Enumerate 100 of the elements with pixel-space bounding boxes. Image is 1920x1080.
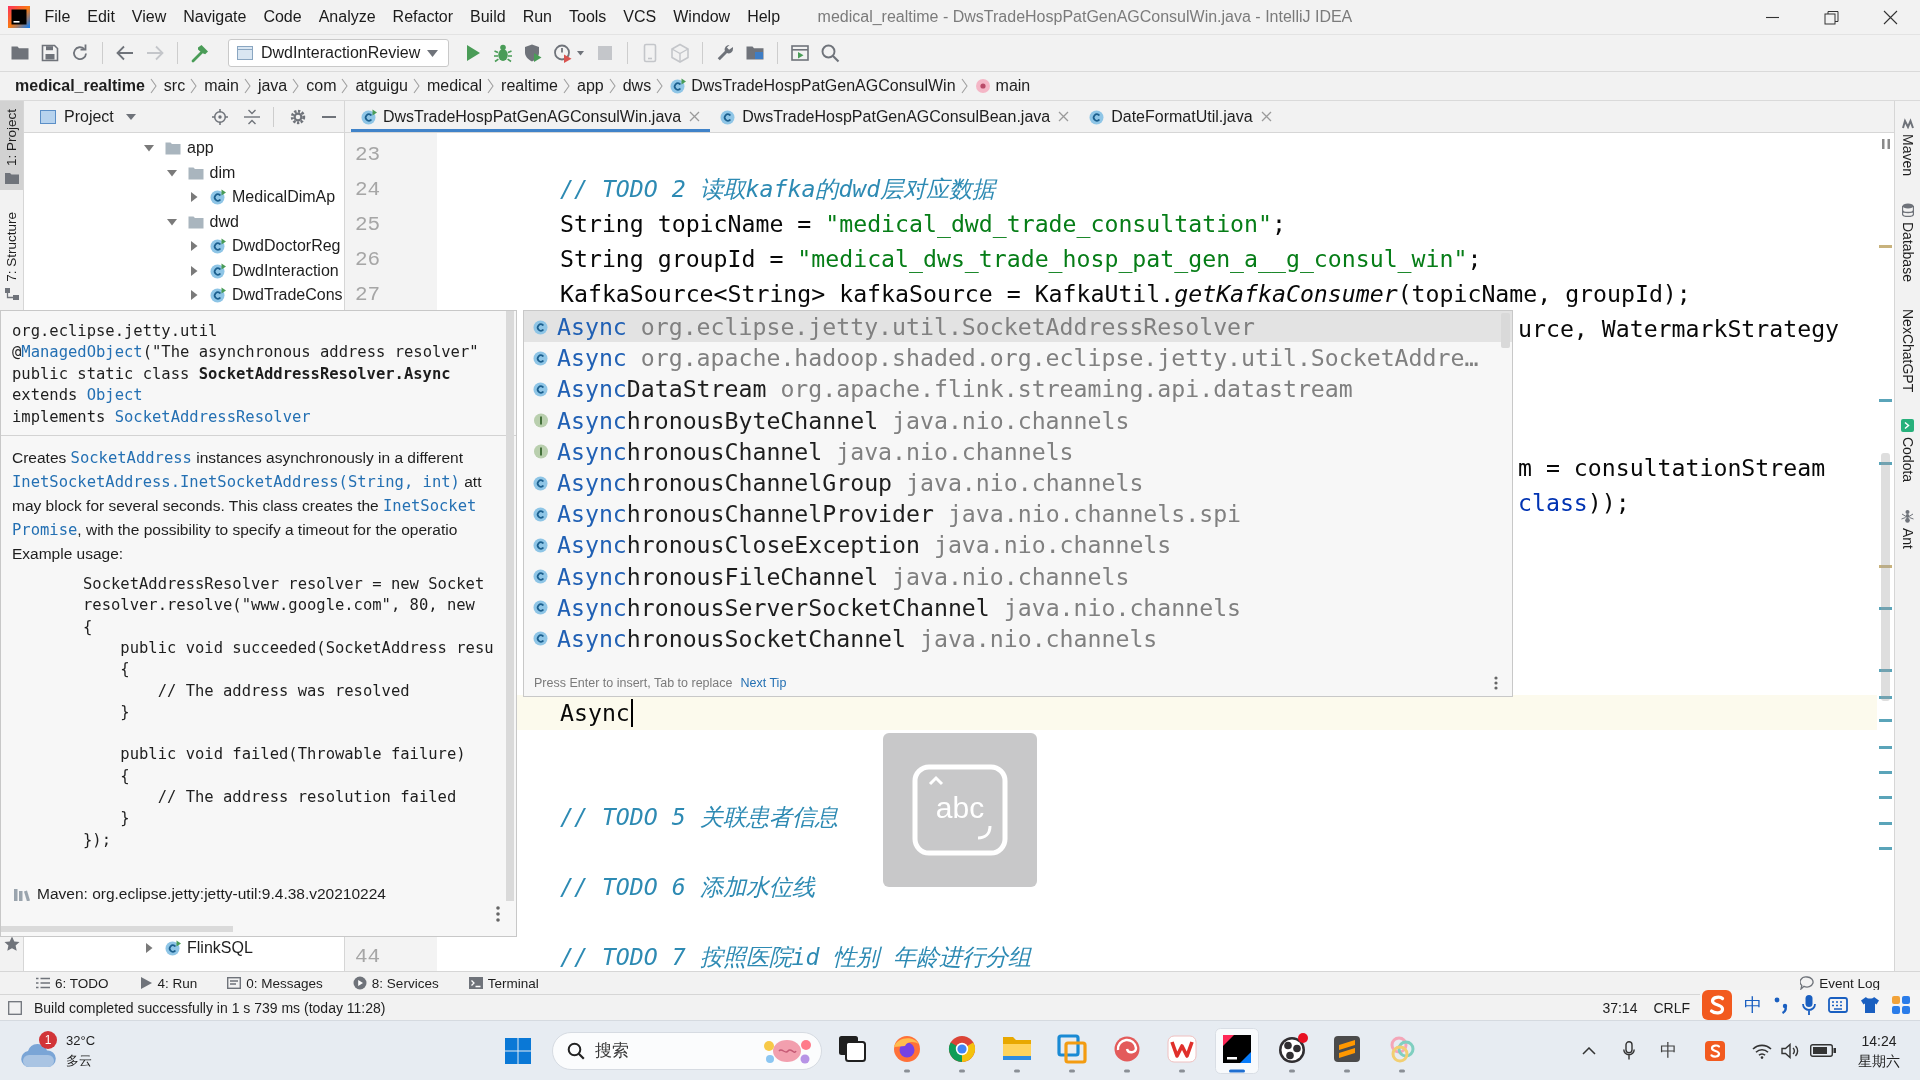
hammer-icon[interactable] [190, 43, 210, 63]
tool-window-tab[interactable]: NexChatGPT [1899, 308, 1916, 393]
error-stripe-marks[interactable] [1879, 245, 1892, 850]
clock-time[interactable]: 14:24 [1861, 1030, 1897, 1051]
menu-item[interactable]: Refactor [384, 5, 462, 29]
tree-item[interactable]: dwd [24, 209, 239, 234]
breadcrumb-item[interactable]: medical_realtime [15, 77, 145, 95]
breadcrumb-item[interactable]: DwsTradeHospPatGenAGConsulWin [670, 77, 956, 95]
scrollbar-thumb[interactable] [506, 311, 514, 901]
shield-play-icon[interactable] [523, 43, 543, 63]
completion-item[interactable]: Async org.eclipse.jetty.util.SocketAddressResolver [524, 311, 1512, 343]
search-field[interactable]: 搜索 [595, 1040, 715, 1061]
doc-link[interactable]: InetSocket [383, 497, 477, 516]
right-triangle-icon[interactable] [188, 289, 200, 302]
menu-item[interactable]: Help [738, 5, 789, 29]
window-play-icon[interactable] [790, 43, 810, 63]
breadcrumb-item[interactable]: main [204, 77, 239, 95]
restore-icon[interactable] [1824, 9, 1839, 25]
doc-link[interactable]: SocketAddressResolver [114, 407, 311, 426]
menu-item[interactable]: Tools [560, 5, 615, 29]
tree-item[interactable]: MedicalDimAp [24, 185, 336, 210]
more-icon[interactable] [1494, 676, 1498, 690]
close-icon[interactable] [1883, 9, 1898, 25]
tool-window-tab[interactable]: Ant [1899, 509, 1916, 550]
square-icon[interactable] [8, 1000, 22, 1015]
scrollbar-thumb[interactable] [1, 926, 233, 932]
caret-position[interactable]: 37:14 [1602, 999, 1638, 1016]
shirt-icon[interactable] [1860, 996, 1880, 1014]
doc-link[interactable]: Object [86, 386, 143, 405]
battery-icon[interactable] [1810, 1044, 1836, 1057]
tool-window-tab[interactable]: Maven [1899, 117, 1916, 177]
tree-item[interactable]: DwdInteraction [24, 258, 339, 283]
more-icon[interactable] [496, 906, 500, 922]
project-view-dropdown[interactable]: Project [40, 107, 136, 126]
punctuation-icon[interactable] [1774, 996, 1790, 1014]
breadcrumb-item[interactable]: com [306, 77, 337, 95]
wrench-icon[interactable] [715, 43, 735, 63]
tool-window-button[interactable]: 8: Services [352, 975, 439, 991]
completion-item[interactable]: AsynchronousChannelGroup java.nio.channels [524, 466, 1512, 499]
input-mode-toggle[interactable]: 中 [1744, 993, 1762, 1017]
grid-icon[interactable] [1892, 996, 1910, 1014]
completion-item[interactable]: AsynchronousCloseException java.nio.channels [524, 529, 1512, 561]
microphone-icon[interactable] [1802, 995, 1816, 1015]
pause-icon[interactable] [1881, 139, 1890, 149]
tool-window-button[interactable]: 6: TODO [36, 975, 109, 991]
tool-window-button[interactable]: Terminal [468, 975, 539, 991]
tree-item[interactable]: FlinkSQL [24, 935, 253, 960]
breadcrumb-item[interactable]: src [163, 77, 186, 95]
next-tip-link[interactable]: Next Tip [740, 676, 787, 690]
doc-link[interactable]: SocketAddress [70, 449, 192, 468]
s-logo-icon[interactable] [1705, 1040, 1725, 1061]
star-icon[interactable] [3, 936, 20, 952]
breadcrumb-item[interactable]: app [577, 77, 604, 95]
completion-item[interactable]: AsynchronousSocketChannel java.nio.channels [524, 622, 1512, 655]
app-logo-icon[interactable] [8, 6, 30, 28]
tool-window-tab[interactable]: 1: Project [0, 101, 23, 191]
scrollbar-thumb[interactable] [1501, 313, 1510, 348]
menu-item[interactable]: Run [514, 5, 561, 29]
breadcrumb-item[interactable]: main [974, 77, 1031, 95]
completion-item[interactable]: AsynchronousChannelProvider java.nio.channels.spi [524, 498, 1512, 530]
speaker-icon[interactable] [1781, 1042, 1801, 1059]
tool-window-tab[interactable]: Database [1899, 203, 1916, 282]
search-bar[interactable]: 搜索 [552, 1031, 822, 1070]
doc-link[interactable]: ManagedObject [21, 343, 143, 362]
left-arrow-icon[interactable] [115, 43, 135, 63]
menu-item[interactable]: Code [254, 5, 311, 29]
wifi-icon[interactable] [1752, 1042, 1772, 1059]
menu-item[interactable]: Analyze [310, 5, 385, 29]
completion-item[interactable]: AsynchronousFileChannel java.nio.channels [524, 560, 1512, 592]
scrollbar-thumb[interactable] [1881, 453, 1890, 701]
clock-day[interactable]: 星期六 [1858, 1050, 1900, 1071]
search-icon[interactable] [820, 43, 840, 63]
keyboard-icon[interactable] [1828, 997, 1848, 1013]
circular-arrows-icon[interactable] [70, 43, 90, 63]
completion-item[interactable]: Async org.apache.hadoop.shaded.org.eclipse.jetty.util.SocketAddre… [524, 342, 1512, 374]
line-separator[interactable]: CRLF [1653, 999, 1690, 1016]
right-triangle-icon[interactable] [188, 191, 200, 204]
breadcrumb-item[interactable]: realtime [501, 77, 558, 95]
completion-item[interactable]: AsyncDataStream org.apache.flink.streaming.api.datastream [524, 373, 1512, 405]
right-triangle-icon[interactable] [188, 264, 200, 277]
breadcrumb-item[interactable]: java [257, 77, 288, 95]
chevron-up-icon[interactable] [1582, 1046, 1596, 1055]
editor-tab[interactable]: DwsTradeHospPatGenAGConsulBean.java [710, 101, 1080, 132]
tool-window-button[interactable]: 0: Messages [227, 975, 323, 991]
s-logo-icon[interactable] [1702, 990, 1732, 1020]
tool-window-tab[interactable]: 7: Structure [0, 204, 23, 306]
tree-item[interactable]: dim [24, 160, 236, 185]
menu-item[interactable]: View [123, 5, 175, 29]
settings-icon[interactable] [290, 108, 306, 125]
input-method-indicator[interactable]: 中 [1660, 1039, 1677, 1062]
menu-item[interactable]: Window [664, 5, 739, 29]
tool-window-button[interactable]: 4: Run [138, 975, 198, 991]
completion-item[interactable]: AsynchronousByteChannel java.nio.channels [524, 404, 1512, 436]
bug-icon[interactable] [493, 43, 513, 63]
menu-item[interactable]: File [36, 5, 79, 29]
completion-item[interactable]: AsynchronousServerSocketChannel java.nio.channels [524, 591, 1512, 623]
menu-item[interactable]: Navigate [174, 5, 255, 29]
right-triangle-icon[interactable] [143, 941, 155, 954]
microphone-icon[interactable] [1623, 1041, 1635, 1060]
menu-item[interactable]: Edit [78, 5, 124, 29]
